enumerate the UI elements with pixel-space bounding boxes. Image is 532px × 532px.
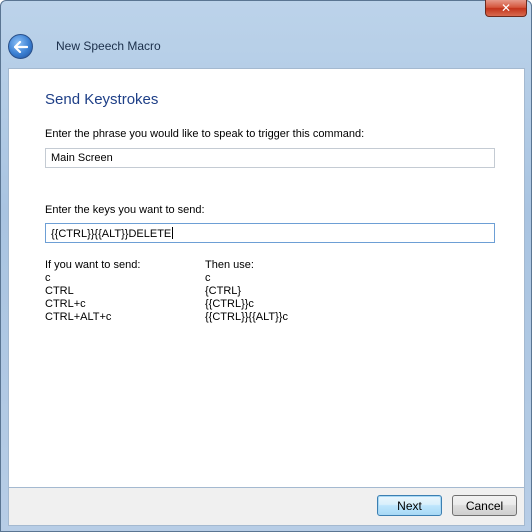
use-column-header: Then use: — [205, 259, 254, 271]
phrase-input-value: Main Screen — [51, 152, 113, 164]
use-row: c — [205, 272, 211, 284]
send-row: CTRL — [45, 285, 74, 297]
send-row: c — [45, 272, 51, 284]
back-button[interactable] — [8, 34, 33, 59]
use-row: {CTRL} — [205, 285, 242, 297]
cancel-button[interactable]: Cancel — [452, 495, 517, 516]
back-arrow-icon — [13, 40, 28, 53]
send-column-header: If you want to send: — [45, 259, 141, 271]
text-caret — [172, 227, 174, 239]
next-button[interactable]: Next — [377, 495, 442, 516]
page-heading: Send Keystrokes — [45, 91, 159, 108]
button-bar: Next Cancel — [8, 488, 525, 526]
close-icon: ✕ — [500, 0, 512, 15]
use-row: {{CTRL}}{{ALT}}c — [205, 311, 288, 323]
send-row: CTRL+ALT+c — [45, 311, 112, 323]
keys-input[interactable]: {{CTRL}}{{ALT}}DELETE — [45, 223, 495, 243]
keys-input-value: {{CTRL}}{{ALT}}DELETE — [51, 228, 172, 240]
keys-label: Enter the keys you want to send: — [45, 204, 205, 216]
phrase-label: Enter the phrase you would like to speak… — [45, 128, 365, 140]
close-button[interactable]: ✕ — [485, 0, 527, 17]
wizard-header: New Speech Macro — [1, 25, 531, 67]
use-column: Then use: c {CTRL} {{CTRL}}c {{CTRL}}{{A… — [205, 259, 288, 324]
wizard-title: New Speech Macro — [56, 39, 161, 53]
send-row: CTRL+c — [45, 298, 86, 310]
phrase-input[interactable]: Main Screen — [45, 148, 495, 168]
use-row: {{CTRL}}c — [205, 298, 254, 310]
content-panel: Send Keystrokes Enter the phrase you wou… — [8, 68, 525, 488]
send-column: If you want to send: c CTRL CTRL+c CTRL+… — [45, 259, 140, 324]
wizard-window: ✕ New Speech Macro Send Keystrokes Enter… — [0, 0, 532, 532]
